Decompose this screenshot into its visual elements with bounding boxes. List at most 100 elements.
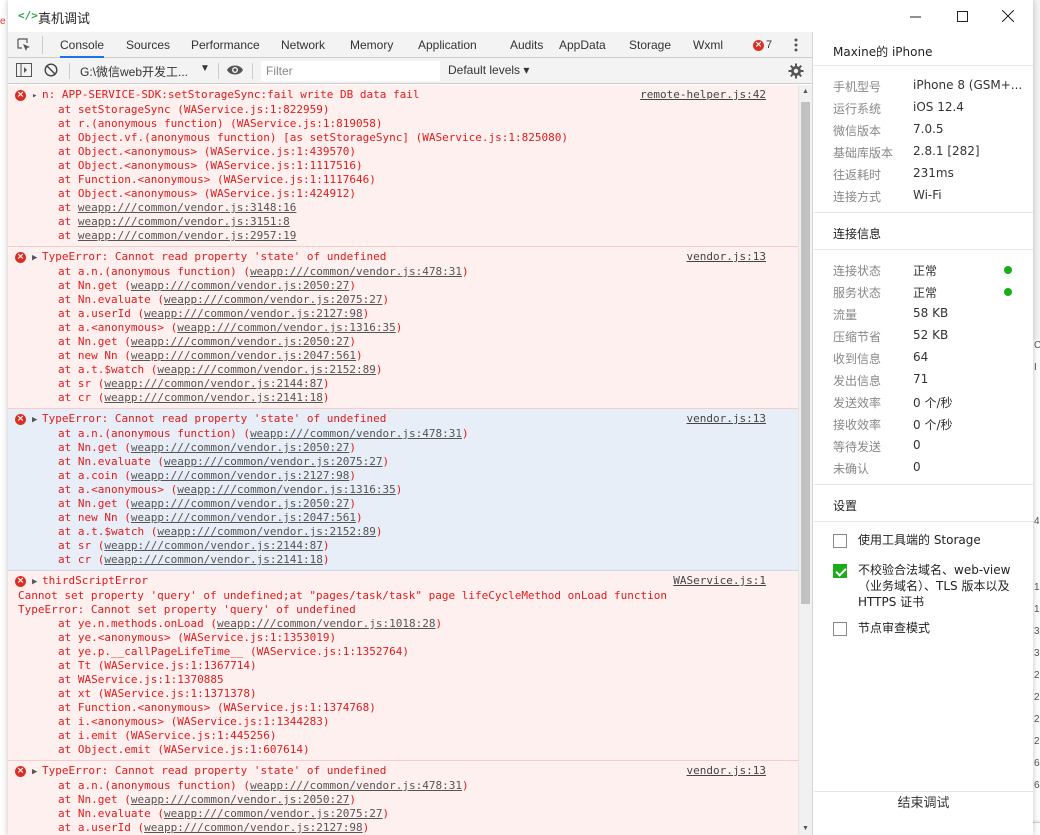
more-menu-icon[interactable]: [788, 37, 804, 53]
stack-frame-text: at new Nn (: [58, 511, 131, 524]
tab-network[interactable]: Network: [281, 32, 325, 58]
expand-triangle-icon[interactable]: ▶: [32, 765, 42, 779]
stack-frame-link[interactable]: weapp:///common/vendor.js:3151:8: [78, 215, 290, 228]
stack-frame-text: at ye.<anonymous> (WAService.js:1:135301…: [58, 631, 337, 644]
stack-frame-link[interactable]: weapp:///common/vendor.js:3148:16: [78, 201, 297, 214]
info-row: 基础库版本 2.8.1 [282]: [814, 140, 1033, 162]
console-error-message[interactable]: × ▶ TypeError: Cannot read property 'state…: [8, 409, 798, 571]
stack-frame-text: ): [356, 511, 363, 524]
source-link[interactable]: vendor.js:13: [687, 764, 766, 778]
stack-frame-link[interactable]: weapp:///common/vendor.js:2141:18: [104, 391, 323, 404]
tab-application[interactable]: Application: [418, 32, 477, 58]
stack-frame-link[interactable]: weapp:///common/vendor.js:2050:27: [131, 279, 350, 292]
clear-console-icon[interactable]: [44, 63, 58, 77]
background-cell: [1033, 384, 1040, 406]
chevron-down-icon[interactable]: ▼: [200, 63, 210, 74]
stack-frame-link[interactable]: weapp:///common/vendor.js:1316:35: [177, 321, 396, 334]
tab-appdata[interactable]: AppData: [559, 32, 606, 58]
stack-frame-link[interactable]: weapp:///common/vendor.js:2050:27: [131, 335, 350, 348]
eye-icon[interactable]: [226, 63, 244, 77]
stack-frame-link[interactable]: weapp:///common/vendor.js:2047:561: [131, 511, 356, 524]
stack-frame-link[interactable]: weapp:///common/vendor.js:1316:35: [177, 483, 396, 496]
tab-console[interactable]: Console: [60, 32, 105, 58]
source-link[interactable]: remote-helper.js:42: [640, 88, 766, 102]
scrollbar-thumb[interactable]: [801, 102, 810, 604]
settings-checkbox[interactable]: [833, 622, 847, 636]
stack-frame-link[interactable]: weapp:///common/vendor.js:2050:27: [131, 793, 350, 806]
stack-frame-link[interactable]: weapp:///common/vendor.js:2141:18: [104, 553, 323, 566]
tab-audits[interactable]: Audits: [510, 32, 543, 58]
log-levels-dropdown[interactable]: Default levels ▾: [448, 63, 529, 77]
stack-frame-link[interactable]: weapp:///common/vendor.js:478:31: [250, 779, 462, 792]
scroll-up-icon[interactable]: ▲: [802, 88, 809, 95]
console-error-message[interactable]: × ▶ thirdScriptError WAService.js:1 Cannot s…: [8, 571, 798, 761]
stack-frame-link[interactable]: weapp:///common/vendor.js:2127:98: [131, 469, 350, 482]
expand-triangle-icon[interactable]: ▶: [32, 575, 42, 589]
stack-frame-link[interactable]: weapp:///common/vendor.js:2075:27: [164, 455, 383, 468]
stack-frame-text: at sr (: [58, 377, 105, 390]
sidebar-toggle-icon[interactable]: [16, 63, 32, 77]
scroll-down-icon[interactable]: ▼: [802, 825, 809, 832]
console-error-message[interactable]: × ▶ TypeError: Cannot read property 'state…: [8, 247, 798, 409]
console-error-message[interactable]: × ▶ TypeError: Cannot read property 'state…: [8, 761, 798, 835]
stack-frame-link[interactable]: weapp:///common/vendor.js:2144:87: [104, 539, 323, 552]
close-button[interactable]: [985, 0, 1031, 32]
console-error-message[interactable]: × ▸ n: APP-SERVICE-SDK:setStorageSync:fail…: [8, 85, 798, 247]
stack-frame-link[interactable]: weapp:///common/vendor.js:2152:89: [157, 525, 376, 538]
stack-frame-text: ): [362, 307, 370, 320]
tab-storage[interactable]: Storage: [629, 32, 671, 58]
source-link[interactable]: vendor.js:13: [687, 250, 766, 264]
maximize-button[interactable]: [939, 0, 985, 32]
stack-frame-line: at xt (WAService.js:1:1371378): [32, 687, 798, 701]
stack-frame-link[interactable]: weapp:///common/vendor.js:478:31: [250, 427, 462, 440]
expand-triangle-icon[interactable]: ▸: [32, 89, 42, 103]
stack-frame-text: ): [349, 497, 357, 510]
message-header[interactable]: ▶ TypeError: Cannot read property 'state'…: [32, 412, 798, 427]
stack-frame-link[interactable]: weapp:///common/vendor.js:478:31: [250, 265, 462, 278]
settings-option[interactable]: 节点审查模式: [814, 620, 1033, 642]
settings-option[interactable]: 使用工具端的 Storage: [814, 532, 1033, 554]
background-cell: C: [1034, 340, 1040, 351]
inspect-element-icon[interactable]: [17, 38, 31, 52]
stack-frame-text: at Nn.get (: [58, 793, 131, 806]
stack-frame-link[interactable]: weapp:///common/vendor.js:2050:27: [131, 497, 350, 510]
info-row: 连接状态 正常: [814, 258, 1033, 280]
settings-checkbox[interactable]: [833, 534, 847, 548]
tab-sources[interactable]: Sources: [126, 32, 170, 58]
stack-frame-line: at cr (weapp:///common/vendor.js:2141:18…: [32, 553, 798, 567]
stack-frame-text: at ye.p.__callPageLifeTime__ (WAService.…: [58, 645, 409, 658]
info-label: 往返耗时: [833, 168, 882, 182]
stack-frame-line: at Nn.evaluate (weapp:///common/vendor.j…: [32, 293, 798, 307]
stack-frame-link[interactable]: weapp:///common/vendor.js:2047:561: [131, 349, 356, 362]
end-debug-button[interactable]: 结束调试: [814, 791, 1033, 835]
stack-frame-link[interactable]: weapp:///common/vendor.js:2957:19: [78, 229, 297, 242]
expand-triangle-icon[interactable]: ▶: [32, 413, 42, 427]
error-count-badge[interactable]: × 7: [753, 39, 772, 51]
context-selector[interactable]: G:\微信web开发工...: [80, 63, 188, 80]
stack-frame-text: ): [382, 455, 390, 468]
source-link[interactable]: vendor.js:13: [687, 412, 766, 426]
tab-performance[interactable]: Performance: [191, 32, 260, 58]
stack-frame-link[interactable]: weapp:///common/vendor.js:2152:89: [157, 363, 376, 376]
stack-frame-line: at Object.vf.(anonymous function) [as se…: [32, 131, 798, 145]
gear-icon[interactable]: [788, 63, 804, 79]
source-link[interactable]: WAService.js:1: [673, 574, 766, 588]
minimize-button[interactable]: [892, 0, 938, 32]
stack-frame-link[interactable]: weapp:///common/vendor.js:2144:87: [104, 377, 323, 390]
tab-wxml[interactable]: Wxml: [693, 32, 723, 58]
info-value: 71: [913, 372, 929, 386]
expand-triangle-icon[interactable]: ▶: [32, 251, 42, 265]
stack-frame-link[interactable]: weapp:///common/vendor.js:2127:98: [144, 307, 363, 320]
filter-input[interactable]: [261, 61, 440, 81]
stack-frame-link[interactable]: weapp:///common/vendor.js:1018:28: [217, 617, 436, 630]
stack-frame-link[interactable]: weapp:///common/vendor.js:2075:27: [164, 807, 383, 820]
message-header[interactable]: ▶ TypeError: Cannot read property 'state'…: [32, 250, 798, 265]
settings-option[interactable]: 不校验合法域名、web-view（业务域名）、TLS 版本以及 HTTPS 证书: [814, 562, 1033, 610]
settings-checkbox[interactable]: [833, 564, 847, 578]
message-header[interactable]: ▶ TypeError: Cannot read property 'state'…: [32, 764, 798, 779]
console-scrollbar[interactable]: ▲ ▼: [798, 85, 812, 835]
stack-frame-link[interactable]: weapp:///common/vendor.js:2050:27: [131, 441, 350, 454]
stack-frame-link[interactable]: weapp:///common/vendor.js:2127:98: [144, 821, 363, 834]
tab-memory[interactable]: Memory: [350, 32, 393, 58]
stack-frame-link[interactable]: weapp:///common/vendor.js:2075:27: [164, 293, 383, 306]
